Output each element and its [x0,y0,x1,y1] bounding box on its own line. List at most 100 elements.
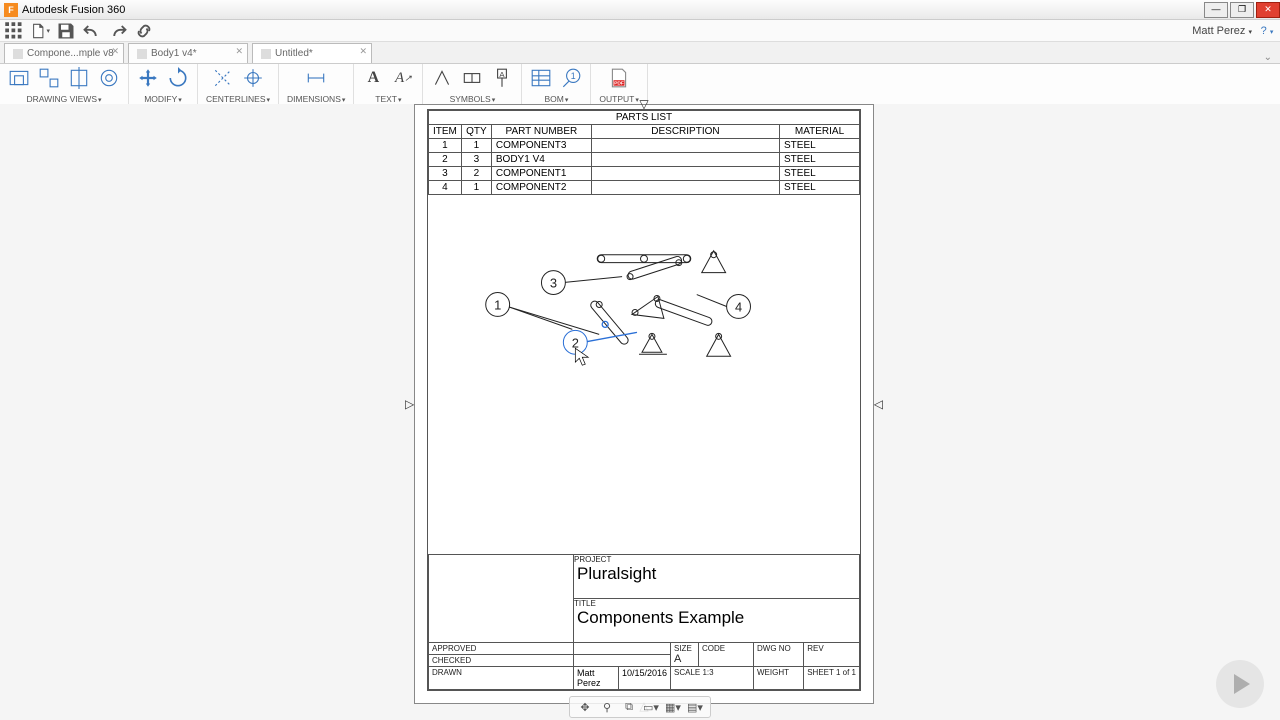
group-label: DRAWING VIEWS [26,94,97,104]
dimension-icon[interactable] [305,67,327,89]
centermark-icon[interactable] [242,67,264,89]
gdt-icon[interactable] [461,67,483,89]
projected-view-icon[interactable] [38,67,60,89]
project-label: PROJECT [574,555,859,564]
section-view-icon[interactable] [68,67,90,89]
col-qty: QTY [461,125,491,139]
table-header-row: ITEM QTY PART NUMBER DESCRIPTION MATERIA… [429,125,860,139]
titlebar: F Autodesk Fusion 360 — ❐ ✕ [0,0,1280,20]
size-label: SIZE [674,644,695,653]
drawing-view[interactable]: 1 2 3 4 [428,195,860,525]
scale-label: SCALE [674,668,700,677]
close-button[interactable]: ✕ [1256,2,1280,18]
title-label: TITLE [574,599,859,608]
zoom-icon[interactable]: ⚲ [598,699,616,715]
quick-access-toolbar: ▾ Matt Perez ▾ ? ▾ [0,20,1280,42]
scale-value: 1:3 [702,668,713,677]
close-icon[interactable]: ✕ [111,46,119,57]
rotate-icon[interactable] [167,67,189,89]
layout-icon[interactable]: ▦▾ [664,699,682,715]
balloon-4[interactable]: 4 [735,299,742,314]
fit-icon[interactable]: ▭▾ [642,699,660,715]
drawn-date: 10/15/2016 [618,667,670,689]
text-icon[interactable]: A [362,67,384,89]
file-menu-icon[interactable]: ▾ [30,22,50,40]
col-part: PART NUMBER [491,125,591,139]
svg-text:1: 1 [571,71,576,81]
drawn-label: DRAWN [429,667,574,690]
base-view-icon[interactable] [8,67,30,89]
app-icon: F [4,3,18,17]
drawing-sheet[interactable]: ▽ ▷ ◁ △ PARTS LIST ITEM QTY PART NUMBER … [414,104,874,704]
svg-text:PDF: PDF [614,81,624,87]
help-icon[interactable]: ? ▾ [1258,25,1276,37]
balloon-3[interactable]: 3 [550,276,557,291]
datum-icon[interactable]: A [491,67,513,89]
svg-text:A: A [500,70,506,79]
parts-list-table[interactable]: PARTS LIST ITEM QTY PART NUMBER DESCRIPT… [428,110,860,195]
title-value: Components Example [574,608,859,631]
tab-label: Compone...mple v8 [27,48,114,59]
table-row[interactable]: 41COMPONENT2STEEL [429,181,860,195]
tab-body1[interactable]: Body1 v4* ✕ [128,43,248,63]
checked-label: CHECKED [429,655,574,667]
table-row[interactable]: 11COMPONENT3STEEL [429,139,860,153]
drawing-canvas[interactable]: ▽ ▷ ◁ △ PARTS LIST ITEM QTY PART NUMBER … [0,104,1280,720]
zoom-window-icon[interactable]: ⧉ [620,699,638,715]
ribbon-group-modify: MODIFY▾ [129,64,198,105]
group-label: CENTERLINES [206,94,266,104]
parts-list-title: PARTS LIST [429,111,860,125]
ribbon-group-text: A A↗ TEXT▾ [354,64,423,105]
code-label: CODE [699,643,754,667]
app-title: Autodesk Fusion 360 [22,4,125,16]
tab-components[interactable]: Compone...mple v8 ✕ [4,43,124,63]
ribbon-group-bom: 1 BOM▾ [522,64,591,105]
dwgno-label: DWG NO [754,643,804,667]
rev-label: REV [804,643,860,667]
col-desc: DESCRIPTION [591,125,779,139]
tab-label: Untitled* [275,48,313,59]
grid-snap-icon[interactable]: ▤▾ [686,699,704,715]
user-menu[interactable]: Matt Perez ▾ [1186,25,1258,37]
edge-marker-right: ◁ [874,397,883,411]
drawing-frame: PARTS LIST ITEM QTY PART NUMBER DESCRIPT… [427,109,861,691]
component-icon [13,49,23,59]
user-name: Matt Perez [1192,25,1245,37]
tab-untitled[interactable]: Untitled* ✕ [252,43,372,63]
grid-menu-icon[interactable] [4,22,24,40]
weight-label: WEIGHT [754,667,804,690]
play-button[interactable] [1216,660,1264,708]
close-icon[interactable]: ✕ [359,46,367,57]
centerline-icon[interactable] [212,67,234,89]
leader-text-icon[interactable]: A↗ [392,67,414,89]
balloon-icon[interactable]: 1 [560,67,582,89]
balloon-1[interactable]: 1 [494,297,501,312]
close-icon[interactable]: ✕ [235,46,243,57]
undo-icon[interactable] [82,22,102,40]
col-item: ITEM [429,125,462,139]
link-icon[interactable] [134,22,154,40]
group-label: OUTPUT [599,94,634,104]
expand-tabs-icon[interactable]: ⌄ [1264,52,1272,63]
table-row[interactable]: 23BODY1 V4STEEL [429,153,860,167]
table-row[interactable]: 32COMPONENT1STEEL [429,167,860,181]
size-value: A [674,653,695,665]
save-icon[interactable] [56,22,76,40]
body-icon [137,49,147,59]
move-icon[interactable] [137,67,159,89]
minimize-button[interactable]: — [1204,2,1228,18]
group-label: DIMENSIONS [287,94,341,104]
ribbon-group-drawing-views: DRAWING VIEWS▾ [0,64,129,105]
table-icon[interactable] [530,67,552,89]
drawn-by: Matt Perez [574,667,618,689]
maximize-button[interactable]: ❐ [1230,2,1254,18]
pdf-icon[interactable]: PDF [608,67,630,89]
pan-icon[interactable]: ✥ [576,699,594,715]
group-label: SYMBOLS [450,94,491,104]
title-block[interactable]: PROJECT Pluralsight TITLE Components Exa… [428,554,860,690]
group-label: TEXT [375,94,397,104]
detail-view-icon[interactable] [98,67,120,89]
project-value: Pluralsight [574,564,859,587]
redo-icon[interactable] [108,22,128,40]
surface-icon[interactable] [431,67,453,89]
